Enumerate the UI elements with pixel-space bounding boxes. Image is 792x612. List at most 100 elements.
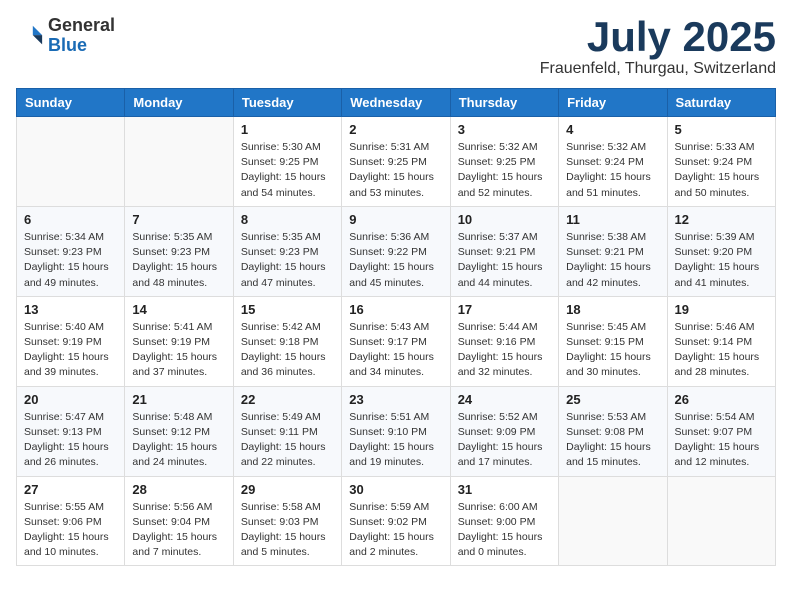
calendar-cell: 20 Sunrise: 5:47 AMSunset: 9:13 PMDayligh… xyxy=(17,386,125,476)
cell-info: Sunrise: 5:32 AMSunset: 9:24 PMDaylight:… xyxy=(566,140,659,201)
cell-info: Sunrise: 5:38 AMSunset: 9:21 PMDaylight:… xyxy=(566,230,659,291)
calendar-cell: 14 Sunrise: 5:41 AMSunset: 9:19 PMDayligh… xyxy=(125,296,233,386)
calendar-cell xyxy=(559,476,667,566)
weekday-header: Friday xyxy=(559,89,667,117)
location-title: Frauenfeld, Thurgau, Switzerland xyxy=(540,60,776,78)
calendar-cell: 1 Sunrise: 5:30 AMSunset: 9:25 PMDaylight… xyxy=(233,117,341,207)
cell-info: Sunrise: 5:30 AMSunset: 9:25 PMDaylight:… xyxy=(241,140,334,201)
title-block: July 2025 Frauenfeld, Thurgau, Switzerla… xyxy=(540,16,776,78)
calendar-cell: 8Sunrise: 5:35 AMSunset: 9:23 PMDaylight… xyxy=(233,206,341,296)
cell-info: Sunrise: 5:49 AMSunset: 9:11 PMDaylight:… xyxy=(241,410,334,471)
calendar-week-row: 13Sunrise: 5:40 AMSunset: 9:19 PMDayligh… xyxy=(17,296,776,386)
calendar-cell: 25 Sunrise: 5:53 AMSunset: 9:08 PMDayligh… xyxy=(559,386,667,476)
logo-general: General xyxy=(48,16,115,36)
calendar-cell: 10 Sunrise: 5:37 AMSunset: 9:21 PMDayligh… xyxy=(450,206,558,296)
calendar-cell: 31Sunrise: 6:00 AMSunset: 9:00 PMDayligh… xyxy=(450,476,558,566)
day-number: 16 xyxy=(349,302,442,317)
page-header: General Blue July 2025 Frauenfeld, Thurg… xyxy=(16,16,776,78)
day-number: 23 xyxy=(349,392,442,407)
day-number: 20 xyxy=(24,392,117,407)
cell-info: Sunrise: 5:59 AMSunset: 9:02 PMDaylight:… xyxy=(349,500,442,561)
day-number: 11 xyxy=(566,212,659,227)
calendar-cell: 7 Sunrise: 5:35 AMSunset: 9:23 PMDaylight… xyxy=(125,206,233,296)
calendar-cell: 19 Sunrise: 5:46 AMSunset: 9:14 PMDayligh… xyxy=(667,296,775,386)
day-number: 7 xyxy=(132,212,225,227)
calendar-cell: 5 Sunrise: 5:33 AMSunset: 9:24 PMDaylight… xyxy=(667,117,775,207)
logo-text: General Blue xyxy=(48,16,115,56)
weekday-header: Saturday xyxy=(667,89,775,117)
cell-info: Sunrise: 5:35 AMSunset: 9:23 PMDaylight:… xyxy=(132,230,225,291)
calendar-cell: 21 Sunrise: 5:48 AMSunset: 9:12 PMDayligh… xyxy=(125,386,233,476)
cell-info: Sunrise: 5:42 AMSunset: 9:18 PMDaylight:… xyxy=(241,320,334,381)
cell-info: Sunrise: 5:56 AMSunset: 9:04 PMDaylight:… xyxy=(132,500,225,561)
calendar-week-row: 6Sunrise: 5:34 AMSunset: 9:23 PMDaylight… xyxy=(17,206,776,296)
calendar-week-row: 20 Sunrise: 5:47 AMSunset: 9:13 PMDayligh… xyxy=(17,386,776,476)
cell-info: Sunrise: 5:33 AMSunset: 9:24 PMDaylight:… xyxy=(675,140,768,201)
day-number: 22 xyxy=(241,392,334,407)
cell-info: Sunrise: 5:52 AMSunset: 9:09 PMDaylight:… xyxy=(458,410,551,471)
calendar-cell: 3 Sunrise: 5:32 AMSunset: 9:25 PMDaylight… xyxy=(450,117,558,207)
day-number: 19 xyxy=(675,302,768,317)
calendar-cell: 22 Sunrise: 5:49 AMSunset: 9:11 PMDayligh… xyxy=(233,386,341,476)
calendar-cell: 18Sunrise: 5:45 AMSunset: 9:15 PMDayligh… xyxy=(559,296,667,386)
cell-info: Sunrise: 5:31 AMSunset: 9:25 PMDaylight:… xyxy=(349,140,442,201)
day-number: 14 xyxy=(132,302,225,317)
calendar-cell: 17Sunrise: 5:44 AMSunset: 9:16 PMDayligh… xyxy=(450,296,558,386)
weekday-header-row: SundayMondayTuesdayWednesdayThursdayFrid… xyxy=(17,89,776,117)
cell-info: Sunrise: 5:48 AMSunset: 9:12 PMDaylight:… xyxy=(132,410,225,471)
calendar-week-row: 1 Sunrise: 5:30 AMSunset: 9:25 PMDaylight… xyxy=(17,117,776,207)
calendar-week-row: 27 Sunrise: 5:55 AMSunset: 9:06 PMDayligh… xyxy=(17,476,776,566)
calendar-cell xyxy=(17,117,125,207)
day-number: 30 xyxy=(349,482,442,497)
day-number: 13 xyxy=(24,302,117,317)
day-number: 12 xyxy=(675,212,768,227)
calendar-cell: 15 Sunrise: 5:42 AMSunset: 9:18 PMDayligh… xyxy=(233,296,341,386)
calendar-cell: 23 Sunrise: 5:51 AMSunset: 9:10 PMDayligh… xyxy=(342,386,450,476)
day-number: 1 xyxy=(241,122,334,137)
calendar-cell: 11 Sunrise: 5:38 AMSunset: 9:21 PMDayligh… xyxy=(559,206,667,296)
day-number: 28 xyxy=(132,482,225,497)
day-number: 10 xyxy=(458,212,551,227)
cell-info: Sunrise: 5:34 AMSunset: 9:23 PMDaylight:… xyxy=(24,230,117,291)
cell-info: Sunrise: 5:39 AMSunset: 9:20 PMDaylight:… xyxy=(675,230,768,291)
logo-blue: Blue xyxy=(48,36,115,56)
cell-info: Sunrise: 5:37 AMSunset: 9:21 PMDaylight:… xyxy=(458,230,551,291)
weekday-header: Thursday xyxy=(450,89,558,117)
cell-info: Sunrise: 5:58 AMSunset: 9:03 PMDaylight:… xyxy=(241,500,334,561)
cell-info: Sunrise: 5:53 AMSunset: 9:08 PMDaylight:… xyxy=(566,410,659,471)
day-number: 27 xyxy=(24,482,117,497)
day-number: 5 xyxy=(675,122,768,137)
cell-info: Sunrise: 5:41 AMSunset: 9:19 PMDaylight:… xyxy=(132,320,225,381)
weekday-header: Wednesday xyxy=(342,89,450,117)
calendar-table: SundayMondayTuesdayWednesdayThursdayFrid… xyxy=(16,88,776,566)
calendar-cell: 4Sunrise: 5:32 AMSunset: 9:24 PMDaylight… xyxy=(559,117,667,207)
cell-info: Sunrise: 5:55 AMSunset: 9:06 PMDaylight:… xyxy=(24,500,117,561)
day-number: 3 xyxy=(458,122,551,137)
day-number: 25 xyxy=(566,392,659,407)
day-number: 24 xyxy=(458,392,551,407)
calendar-cell: 13Sunrise: 5:40 AMSunset: 9:19 PMDayligh… xyxy=(17,296,125,386)
day-number: 2 xyxy=(349,122,442,137)
cell-info: Sunrise: 5:47 AMSunset: 9:13 PMDaylight:… xyxy=(24,410,117,471)
weekday-header: Monday xyxy=(125,89,233,117)
cell-info: Sunrise: 5:32 AMSunset: 9:25 PMDaylight:… xyxy=(458,140,551,201)
cell-info: Sunrise: 5:51 AMSunset: 9:10 PMDaylight:… xyxy=(349,410,442,471)
calendar-cell: 12 Sunrise: 5:39 AMSunset: 9:20 PMDayligh… xyxy=(667,206,775,296)
day-number: 21 xyxy=(132,392,225,407)
logo-icon xyxy=(16,22,44,50)
weekday-header: Tuesday xyxy=(233,89,341,117)
cell-info: Sunrise: 5:43 AMSunset: 9:17 PMDaylight:… xyxy=(349,320,442,381)
cell-info: Sunrise: 5:36 AMSunset: 9:22 PMDaylight:… xyxy=(349,230,442,291)
cell-info: Sunrise: 5:46 AMSunset: 9:14 PMDaylight:… xyxy=(675,320,768,381)
day-number: 31 xyxy=(458,482,551,497)
day-number: 15 xyxy=(241,302,334,317)
calendar-cell: 2 Sunrise: 5:31 AMSunset: 9:25 PMDaylight… xyxy=(342,117,450,207)
calendar-cell: 16 Sunrise: 5:43 AMSunset: 9:17 PMDayligh… xyxy=(342,296,450,386)
calendar-cell: 24 Sunrise: 5:52 AMSunset: 9:09 PMDayligh… xyxy=(450,386,558,476)
calendar-cell: 6Sunrise: 5:34 AMSunset: 9:23 PMDaylight… xyxy=(17,206,125,296)
cell-info: Sunrise: 5:44 AMSunset: 9:16 PMDaylight:… xyxy=(458,320,551,381)
month-title: July 2025 xyxy=(540,16,776,58)
calendar-cell: 26Sunrise: 5:54 AMSunset: 9:07 PMDayligh… xyxy=(667,386,775,476)
day-number: 29 xyxy=(241,482,334,497)
day-number: 18 xyxy=(566,302,659,317)
